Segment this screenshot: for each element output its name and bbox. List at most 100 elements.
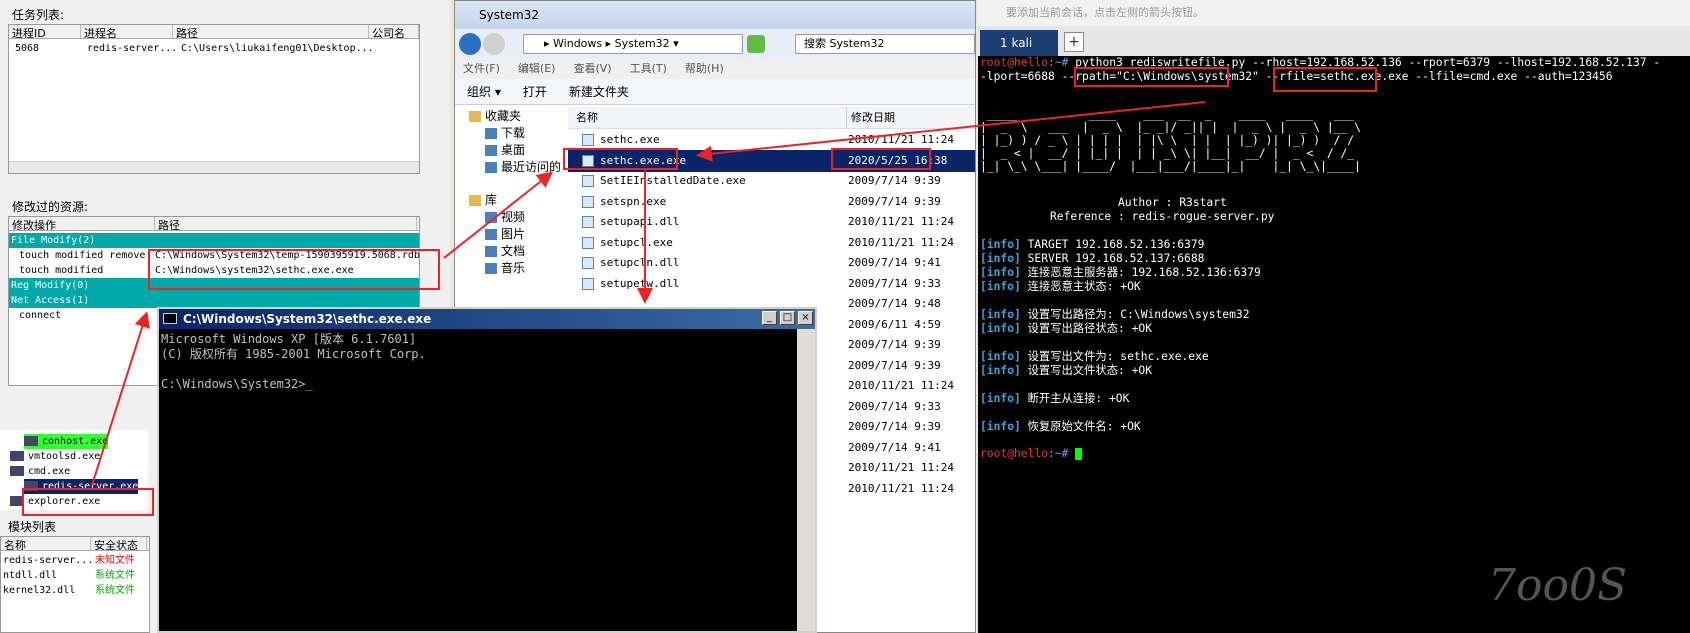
highlight-sethc-file	[563, 148, 678, 170]
minimize-button[interactable]: _	[762, 311, 777, 325]
maximize-button[interactable]: □	[780, 311, 795, 325]
cmd-scrollbar[interactable]	[797, 329, 815, 631]
process-tree-item[interactable]: cmd.exe	[10, 464, 70, 479]
info-text: TARGET 192.168.52.136:6379	[1027, 238, 1205, 251]
new-folder-button[interactable]: 新建文件夹	[569, 85, 629, 99]
search-input[interactable]: 搜索 System32	[795, 34, 975, 54]
file-row[interactable]: setupcl.exe 2010/11/21 11:24	[568, 232, 975, 254]
module-list-label: 模块列表	[8, 520, 57, 534]
task-hscrollbar[interactable]	[9, 161, 419, 173]
col-mod-name[interactable]: 名称	[1, 537, 91, 550]
info-tag: [info]	[980, 266, 1028, 279]
info-tag: [info]	[980, 392, 1028, 405]
terminal-line: | |_) ) / _ \ | | | | | |\ \ | | | |_) )…	[980, 134, 1361, 148]
process-tree-item[interactable]: conhost.exe	[24, 434, 109, 449]
nav-tree-item[interactable]: 库	[469, 191, 497, 209]
file-row[interactable]: SetIEInstalledDate.exe 2009/7/14 9:39	[568, 170, 975, 192]
file-name: setupcl.exe	[600, 235, 673, 249]
forward-icon[interactable]	[483, 33, 505, 55]
file-row[interactable]: setupetw.dll 2009/7/14 9:33	[568, 273, 975, 295]
task-row[interactable]: 5068 redis-server... C:\Users\liukaifeng01…	[15, 41, 374, 56]
file-icon	[582, 236, 594, 249]
process-tree-item[interactable]: vmtoolsd.exe	[10, 449, 100, 464]
file-date: 2009/7/14 9:48	[848, 297, 941, 310]
file-date: 2010/11/21 11:24	[848, 235, 954, 249]
info-tag: [info]	[980, 252, 1028, 265]
col-res-path[interactable]: 路径	[155, 217, 417, 230]
terminal-line: [info] 连接恶意主服务器: 192.168.52.136:6379	[980, 266, 1261, 280]
file-date: 2009/6/11 4:59	[848, 317, 941, 331]
col-mod-status[interactable]: 安全状态	[91, 537, 147, 550]
organize-button[interactable]: 组织 ▾	[467, 85, 501, 99]
close-button[interactable]: ×	[798, 311, 813, 325]
terminal-window[interactable]: 要添加当前会话，点击左侧的箭头按钮。 1 kali + root@hello:~…	[978, 0, 1690, 633]
col-company[interactable]: 公司名	[369, 25, 419, 38]
folder-icon	[485, 128, 497, 139]
terminal-line: | _ < | __/ | |_| | | | _\ \| |__| __/ |…	[980, 147, 1361, 161]
mod-row[interactable]: File Modify(2)	[9, 233, 419, 248]
ascii-art-line: _____ ____ ___ __ _ ____ ____ ___	[980, 108, 1361, 121]
info-text: 设置写出路径状态: +OK	[1027, 322, 1152, 335]
folder-icon	[485, 212, 497, 223]
nav-tree-item[interactable]: 下载	[485, 124, 525, 142]
task-list[interactable]: 进程ID 进程名 路径 公司名 5068 redis-server... C:\Users…	[8, 24, 420, 174]
nav-tree-item[interactable]: 收藏夹	[469, 107, 521, 125]
add-tab-button[interactable]: +	[1064, 32, 1084, 52]
mod-row[interactable]: Net Access(1)	[9, 293, 419, 308]
cmd-window[interactable]: C:\Windows\System32\sethc.exe.exe _ □ × …	[157, 307, 817, 633]
file-name: sethc.exe	[600, 133, 660, 146]
module-name: ntdll.dll	[3, 570, 58, 581]
module-row[interactable]: kernel32.dll 系统文件	[3, 583, 135, 598]
mod-op: Reg Modify(0)	[11, 280, 90, 291]
address-bar[interactable]: ▸ Windows ▸ System32 ▾	[523, 34, 743, 54]
menu-edit[interactable]: 编辑(E)	[518, 62, 556, 75]
file-date: 2010/11/21 11:24	[848, 461, 954, 474]
open-button[interactable]: 打开	[523, 85, 547, 99]
path-segment[interactable]: System32	[615, 37, 670, 50]
file-row[interactable]: setupapi.dll 2010/11/21 11:24	[568, 211, 975, 233]
info-text: 连接恶意主服务器: 192.168.52.136:6379	[1027, 266, 1261, 279]
file-icon	[582, 257, 594, 269]
terminal-line: | _ \ ___ | _ \ |_ _|/ _|| | | _ \ | _ \…	[980, 121, 1361, 135]
refresh-icon[interactable]	[747, 35, 765, 53]
col-name[interactable]: 名称	[576, 107, 598, 129]
module-row[interactable]: redis-server... 未知文件	[3, 553, 135, 568]
path-segment[interactable]: Windows	[553, 37, 602, 50]
process-name: conhost.exe	[42, 436, 109, 447]
cmd-output[interactable]: Microsoft Windows XP [版本 6.1.7601] (C) 版权…	[159, 329, 797, 631]
process-name: vmtoolsd.exe	[28, 451, 101, 462]
nav-tree-label: 库	[485, 193, 498, 207]
nav-tree-item[interactable]: 文档	[485, 242, 525, 260]
back-icon[interactable]	[459, 33, 481, 55]
col-op[interactable]: 修改操作	[9, 217, 155, 230]
nav-tree-item[interactable]: 最近访问的	[485, 158, 561, 176]
menu-view[interactable]: 查看(V)	[573, 62, 611, 75]
highlight-redis-process	[22, 488, 154, 516]
nav-tree-item[interactable]: 图片	[485, 225, 525, 243]
prompt-path: :~#	[1048, 447, 1076, 460]
menu-file[interactable]: 文件(F)	[463, 62, 500, 75]
module-row[interactable]: ntdll.dll 系统文件	[3, 568, 135, 583]
file-row[interactable]: setspn.exe 2009/7/14 9:39	[568, 191, 975, 213]
file-row[interactable]: setupcln.dll 2009/7/14 9:41	[568, 252, 975, 274]
terminal-prompt[interactable]: root@hello:~#	[980, 447, 1083, 461]
tab-kali[interactable]: 1 kali	[980, 30, 1058, 56]
menu-help[interactable]: 帮助(H)	[685, 62, 724, 75]
nav-tree-item[interactable]: 视频	[485, 208, 525, 226]
terminal-line: [info] TARGET 192.168.52.136:6379	[980, 238, 1204, 252]
col-date[interactable]: 修改日期	[846, 107, 895, 129]
nav-tree-item[interactable]: 音乐	[485, 259, 525, 277]
menu-tools[interactable]: 工具(T)	[630, 62, 667, 75]
col-pid[interactable]: 进程ID	[9, 25, 81, 38]
col-procname[interactable]: 进程名	[81, 25, 173, 38]
mod-op: touch modified remove	[19, 250, 146, 261]
col-path[interactable]: 路径	[173, 25, 369, 38]
nav-tree-item[interactable]: 桌面	[485, 141, 525, 159]
info-tag: [info]	[980, 238, 1028, 251]
process-icon	[10, 451, 24, 461]
folder-icon	[485, 246, 497, 257]
prompt-user: root@hello	[980, 56, 1049, 69]
cmd-title: C:\Windows\System32\sethc.exe.exe	[159, 309, 815, 329]
module-list[interactable]: 名称 安全状态 redis-server... 未知文件 ntdll.dll 系统文件 k…	[0, 536, 150, 633]
module-status: 系统文件	[95, 585, 135, 596]
